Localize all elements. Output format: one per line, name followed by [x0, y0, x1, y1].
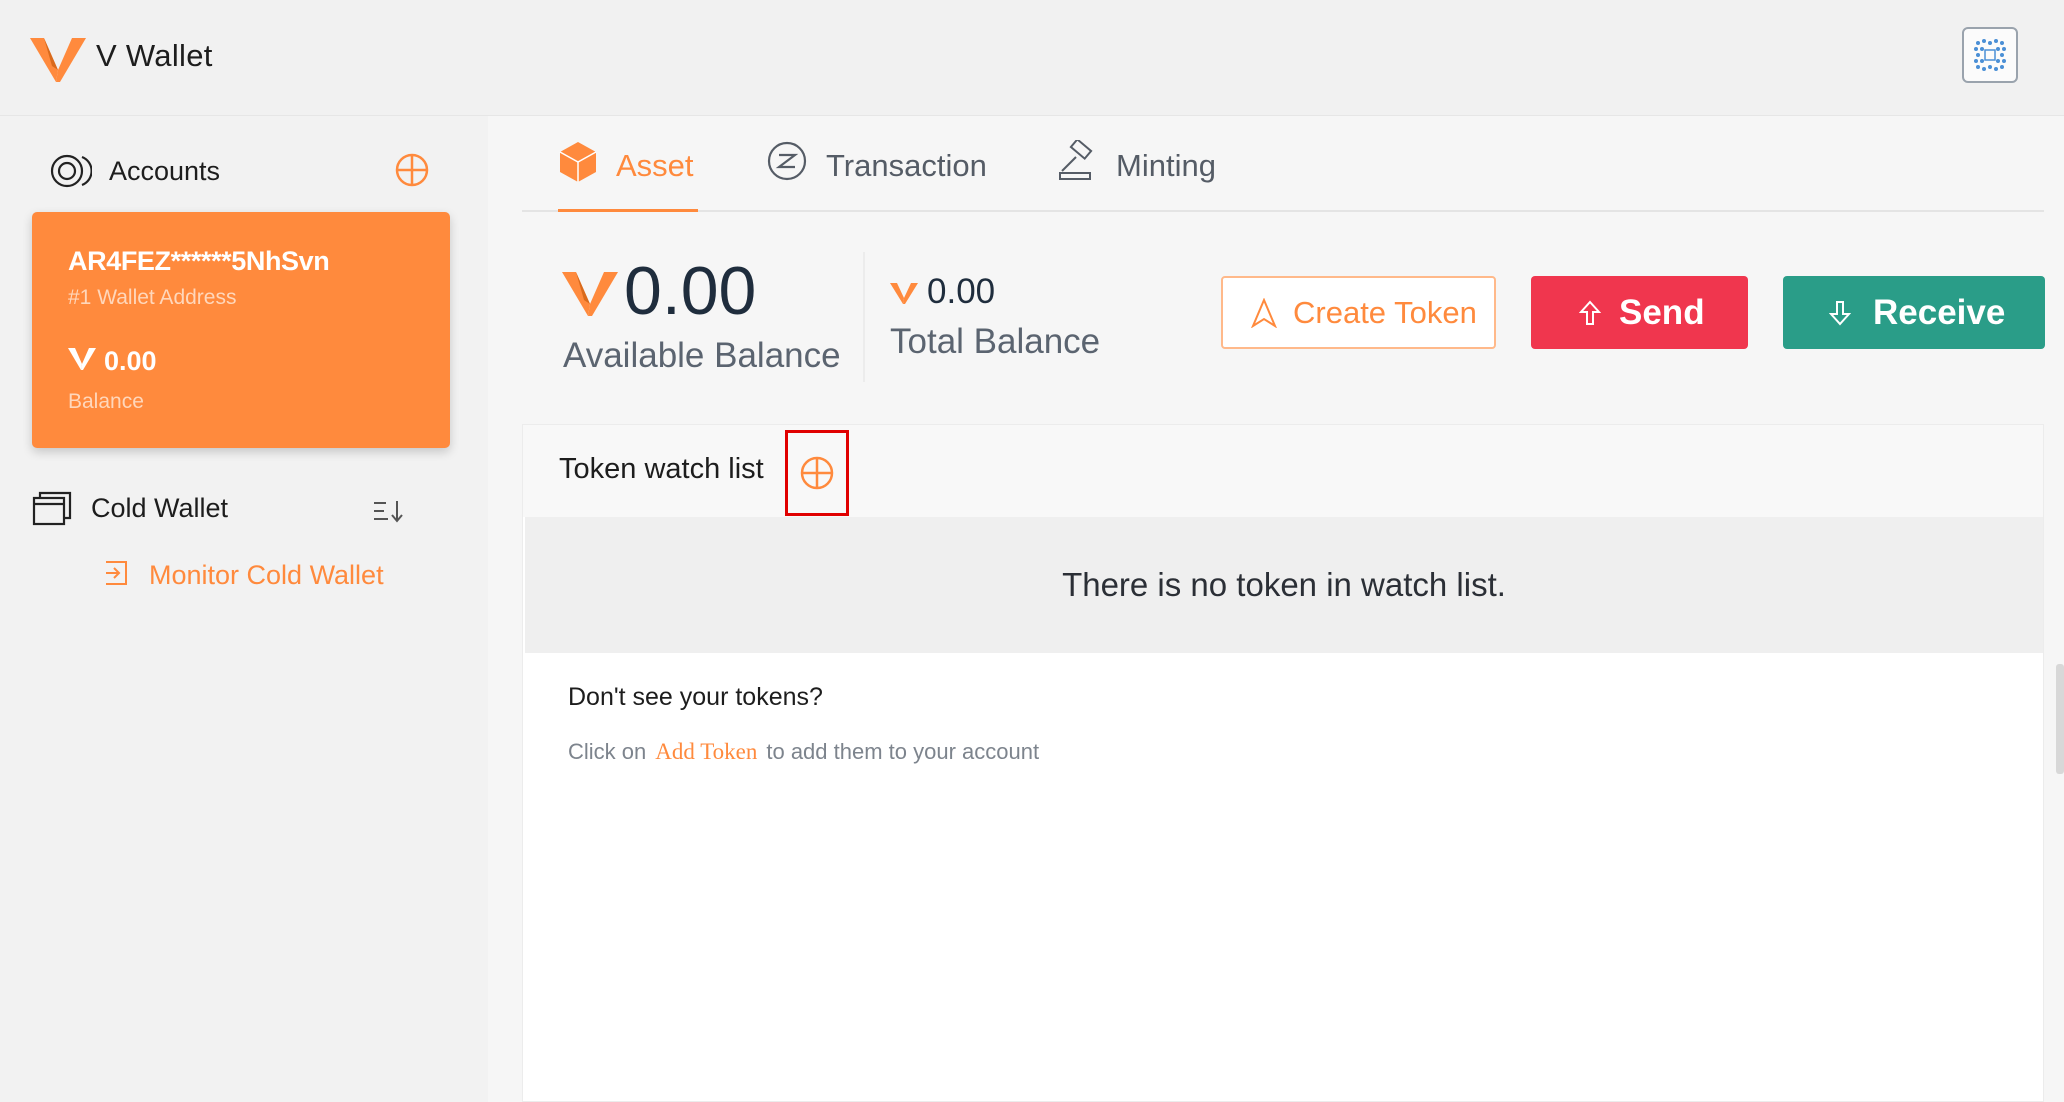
tab-transaction[interactable]: Transaction	[766, 140, 996, 212]
create-token-label: Create Token	[1293, 294, 1477, 330]
add-account-icon[interactable]	[394, 152, 430, 188]
watch-list-title: Token watch list	[559, 453, 764, 485]
app-title: V Wallet	[96, 38, 213, 73]
account-index-label: #1 Wallet Address	[68, 286, 237, 309]
cold-wallet-title: Cold Wallet	[91, 493, 229, 523]
monitor-cold-wallet-link[interactable]: Monitor Cold Wallet	[149, 560, 384, 591]
account-card[interactable]: AR4FEZ******5NhSvn #1 Wallet Address 0.0…	[32, 212, 450, 448]
tab-minting[interactable]: Minting	[1056, 140, 1236, 212]
transaction-icon	[767, 141, 807, 181]
empty-message: There is no token in watch list.	[1062, 566, 1506, 603]
tab-minting-label: Minting	[1116, 148, 1216, 183]
tab-bar: Asset Transaction Minting	[522, 140, 2044, 212]
add-token-link[interactable]: Add Token	[655, 739, 757, 765]
send-label: Send	[1619, 292, 1705, 332]
accounts-title: Accounts	[109, 156, 221, 186]
accounts-icon	[50, 154, 92, 188]
send-button[interactable]: Send	[1531, 276, 1748, 349]
hint-prefix: Click on	[568, 739, 647, 764]
qr-scan-button[interactable]	[1962, 27, 2018, 83]
receive-label: Receive	[1873, 292, 2006, 332]
scrollbar[interactable]	[2056, 664, 2064, 774]
qr-scan-icon	[1974, 39, 2006, 71]
cube-icon	[559, 142, 597, 182]
tab-asset-label: Asset	[616, 148, 694, 183]
account-address: AR4FEZ******5NhSvn	[68, 246, 330, 276]
watch-list-header: Token watch list	[523, 425, 2043, 517]
dont-see-tokens-text: Don't see your tokens?	[568, 683, 823, 711]
total-balance-amount: 0.00	[927, 272, 996, 311]
arrow-down-icon	[1829, 300, 1851, 325]
available-balance-label: Available Balance	[563, 336, 841, 375]
add-token-hint: Click on Add Token to add them to your a…	[568, 739, 1039, 765]
create-token-icon	[1251, 297, 1277, 328]
app-header: V Wallet	[0, 0, 2064, 116]
balance-divider	[863, 252, 865, 382]
create-token-button[interactable]: Create Token	[1221, 276, 1496, 349]
vsys-logo-icon	[562, 272, 618, 316]
hint-suffix: to add them to your account	[766, 739, 1040, 764]
account-balance-label: Balance	[68, 390, 144, 413]
login-arrow-icon	[106, 561, 127, 585]
v-wallet-logo-icon	[30, 38, 86, 82]
account-balance: 0.00	[104, 346, 157, 376]
total-balance-label: Total Balance	[890, 322, 1101, 361]
arrow-up-icon	[1579, 300, 1601, 325]
vsys-small-logo-icon	[890, 283, 918, 304]
token-watch-list-panel: Token watch list There is no token in wa…	[522, 424, 2044, 1102]
watch-list-empty-state: There is no token in watch list.	[525, 517, 2043, 653]
gavel-icon	[1059, 140, 1093, 180]
receive-button[interactable]: Receive	[1783, 276, 2045, 349]
tab-transaction-label: Transaction	[826, 148, 987, 183]
available-balance-amount: 0.00	[624, 253, 757, 329]
cold-wallet-icon	[32, 491, 72, 526]
add-circle-icon	[800, 456, 834, 490]
vsys-coin-icon	[68, 348, 96, 370]
add-token-button[interactable]	[785, 430, 849, 516]
tab-asset[interactable]: Asset	[558, 140, 698, 212]
sort-icon[interactable]	[372, 498, 406, 524]
